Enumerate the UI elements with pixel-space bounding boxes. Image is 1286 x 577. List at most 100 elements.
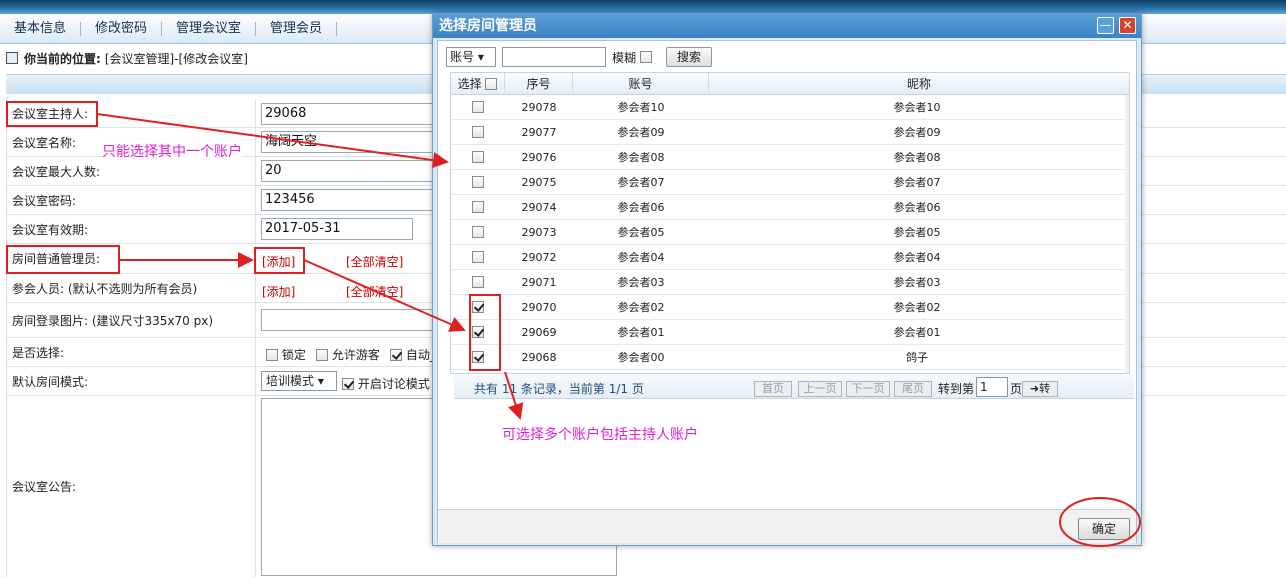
row-id: 29074	[521, 201, 557, 214]
row-checkbox[interactable]	[472, 101, 484, 113]
page-unit: 页	[1010, 382, 1023, 396]
admin-clear-link[interactable]: [全部清空]	[346, 253, 403, 270]
row-select-cell	[451, 170, 505, 195]
table-row[interactable]: 29076 参会者08 参会者08	[451, 145, 1129, 170]
select-all-checkbox[interactable]	[485, 78, 498, 90]
row-id: 29069	[521, 326, 557, 339]
row-nickname: 参会者10	[893, 101, 941, 114]
row-select-cell	[451, 95, 505, 120]
pwd-label: 会议室密码:	[12, 193, 77, 208]
row-account: 参会者02	[617, 301, 665, 314]
discuss-option[interactable]: 开启讨论模式	[342, 375, 430, 392]
table-header: 选择 序号 账号 昵称	[451, 73, 1129, 95]
table-row[interactable]: 29078 参会者10 参会者10	[451, 95, 1129, 120]
annotation-single: 只能选择其中一个账户	[102, 141, 242, 161]
member-clear-link[interactable]: [全部清空]	[346, 283, 403, 300]
search-field-select[interactable]: 账号 ▾	[446, 47, 496, 67]
exp-input[interactable]: 2017-05-31	[261, 218, 413, 240]
member-label: 参会人员: (默认不选则为所有会员)	[12, 281, 198, 296]
dialog-footer: 确定	[438, 509, 1136, 543]
confirm-button[interactable]: 确定	[1078, 518, 1130, 540]
close-icon[interactable]: ✕	[1119, 17, 1136, 34]
annotation-multi: 可选择多个账户包括主持人账户	[502, 427, 698, 443]
row-nickname: 参会者09	[893, 126, 941, 139]
lock-option[interactable]: 锁定	[266, 346, 306, 363]
pwd-input[interactable]: 123456	[261, 189, 441, 211]
img-label: 房间登录图片: (建议尺寸335x70 px)	[12, 313, 214, 328]
row-nickname: 参会者08	[893, 151, 941, 164]
table-row[interactable]: 29073 参会者05 参会者05	[451, 220, 1129, 245]
row-select-cell	[451, 295, 505, 320]
table-row[interactable]: 29077 参会者09 参会者09	[451, 120, 1129, 145]
menu-change-password[interactable]: 修改密码	[81, 21, 163, 36]
row-nickname: 鸽子	[906, 351, 928, 364]
table-row[interactable]: 29070 参会者02 参会者02	[451, 295, 1129, 320]
row-checkbox[interactable]	[472, 301, 484, 313]
row-select-cell	[451, 220, 505, 245]
row-checkbox[interactable]	[472, 151, 484, 163]
admin-add-link[interactable]: [添加]	[262, 253, 295, 270]
table-row[interactable]: 29068 参会者00 鸽子	[451, 345, 1129, 370]
max-label: 会议室最大人数:	[12, 164, 101, 179]
search-button[interactable]: 搜索	[666, 47, 713, 67]
fuzzy-checkbox[interactable]	[640, 51, 653, 63]
host-input[interactable]: 29068	[261, 103, 441, 125]
minimize-icon[interactable]: —	[1097, 17, 1114, 34]
member-add-link[interactable]: [添加]	[262, 283, 295, 300]
row-checkbox[interactable]	[472, 126, 484, 138]
prev-page-button[interactable]: 上一页	[798, 381, 842, 397]
row-id: 29070	[521, 301, 557, 314]
row-nickname: 参会者01	[893, 326, 941, 339]
row-id: 29076	[521, 151, 557, 164]
host-label: 会议室主持人:	[12, 106, 89, 121]
row-select-cell	[451, 195, 505, 220]
row-checkbox[interactable]	[472, 351, 484, 363]
discuss-checkbox[interactable]	[342, 378, 354, 390]
menu-manage-members[interactable]: 管理会员	[256, 21, 338, 36]
dialog-body: 账号 ▾ 模糊 搜索 选择 序号 账号 昵称 29078 参会者10 参会者10 29…	[437, 40, 1137, 543]
row-select-cell	[451, 320, 505, 345]
row-nickname: 参会者05	[893, 226, 941, 239]
row-id: 29068	[521, 351, 557, 364]
row-checkbox[interactable]	[472, 326, 484, 338]
table-row[interactable]: 29071 参会者03 参会者03	[451, 270, 1129, 295]
header-nickname: 昵称	[906, 77, 931, 91]
table-row[interactable]: 29074 参会者06 参会者06	[451, 195, 1129, 220]
goto-page-input[interactable]: 1	[976, 377, 1008, 397]
menu-basic-info[interactable]: 基本信息	[0, 21, 82, 36]
goto-label: 转到第	[938, 382, 975, 396]
guest-option[interactable]: 允许游客	[316, 346, 380, 363]
table-row[interactable]: 29072 参会者04 参会者04	[451, 245, 1129, 270]
search-input[interactable]	[502, 47, 606, 67]
auto-option[interactable]: 自动_	[390, 346, 436, 363]
row-account: 参会者04	[617, 251, 665, 264]
name-input[interactable]: 海阔天空	[261, 131, 441, 153]
row-checkbox[interactable]	[472, 251, 484, 263]
img-input[interactable]	[261, 309, 441, 331]
menu-manage-rooms[interactable]: 管理会议室	[162, 21, 257, 36]
next-page-button[interactable]: 下一页	[846, 381, 890, 397]
row-id: 29073	[521, 226, 557, 239]
header-select: 选择	[451, 73, 505, 95]
row-checkbox[interactable]	[472, 226, 484, 238]
table-row[interactable]: 29075 参会者07 参会者07	[451, 170, 1129, 195]
row-checkbox[interactable]	[472, 176, 484, 188]
name-label: 会议室名称:	[12, 135, 77, 150]
max-input[interactable]: 20	[261, 160, 441, 182]
vertical-scrollbar[interactable]	[1125, 95, 1129, 373]
mode-select[interactable]: 培训模式 ▾	[261, 371, 337, 391]
lock-checkbox[interactable]	[266, 349, 278, 361]
dialog-title: 选择房间管理员	[433, 14, 1141, 38]
row-select-cell	[451, 120, 505, 145]
first-page-button[interactable]: 首页	[754, 381, 792, 397]
row-checkbox[interactable]	[472, 276, 484, 288]
table-row[interactable]: 29069 参会者01 参会者01	[451, 320, 1129, 345]
auto-checkbox[interactable]	[390, 349, 402, 361]
last-page-button[interactable]: 尾页	[894, 381, 932, 397]
goto-button[interactable]: ➜转	[1022, 381, 1058, 397]
row-select-cell	[451, 270, 505, 295]
row-id: 29072	[521, 251, 557, 264]
guest-checkbox[interactable]	[316, 349, 328, 361]
mode-label: 默认房间模式:	[12, 374, 89, 389]
row-checkbox[interactable]	[472, 201, 484, 213]
